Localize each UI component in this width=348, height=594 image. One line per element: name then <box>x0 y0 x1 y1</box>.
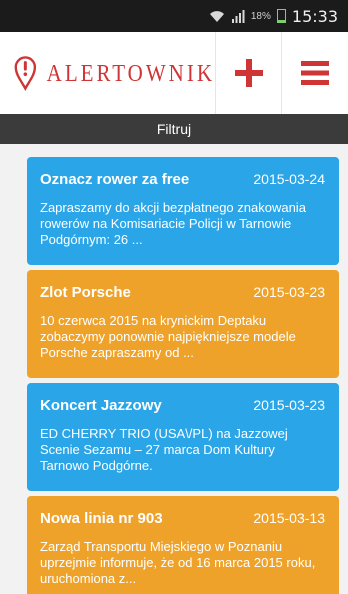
hamburger-menu-icon <box>301 61 329 85</box>
battery-percent: 18% <box>250 10 271 22</box>
filter-label: Filtruj <box>156 121 192 137</box>
alert-text: ED CHERRY TRIO (USA\/PL) na Jazzowej Sce… <box>40 426 288 473</box>
alert-date: 2015-03-23 <box>253 284 325 300</box>
filter-button[interactable]: Filtruj <box>0 114 348 144</box>
alert-date: 2015-03-24 <box>253 171 325 187</box>
alert-title: Oznacz rower za free <box>40 171 190 188</box>
status-bar: 18% 15:33 <box>0 0 348 32</box>
alert-card[interactable]: Nowa linia nr 903 2015-03-13 Zarząd Tran… <box>27 496 339 594</box>
status-time: 15:33 <box>291 6 338 26</box>
battery-icon <box>276 9 286 23</box>
plus-icon <box>234 59 263 87</box>
alert-card[interactable]: Koncert Jazzowy 2015-03-23 ED CHERRY TRI… <box>27 383 339 491</box>
alert-pin-icon <box>14 56 37 92</box>
wifi-icon <box>209 11 224 22</box>
alert-title: Zlot Porsche <box>40 284 131 301</box>
alert-title: Koncert Jazzowy <box>40 397 162 414</box>
alert-title: Nowa linia nr 903 <box>40 510 163 527</box>
add-alert-button[interactable] <box>216 32 282 114</box>
alert-card[interactable]: Zlot Porsche 2015-03-23 10 czerwca 2015 … <box>27 270 339 378</box>
app-name: ALERTOWNIK <box>46 58 215 87</box>
signal-icon <box>231 10 245 23</box>
alert-card[interactable]: Oznacz rower za free 2015-03-24 Zaprasza… <box>27 157 339 265</box>
menu-button[interactable] <box>282 32 348 114</box>
alert-text: Zarząd Transportu Miejskiego w Poznaniu … <box>40 539 316 586</box>
app-header: ALERTOWNIK <box>0 32 348 114</box>
alert-text: 10 czerwca 2015 na krynickim Deptaku zob… <box>40 313 296 360</box>
app-logo[interactable]: ALERTOWNIK <box>0 32 216 114</box>
alert-date: 2015-03-23 <box>253 397 325 413</box>
alert-date: 2015-03-13 <box>253 510 325 526</box>
alert-text: Zapraszamy do akcji bezpłatnego znakowan… <box>40 200 306 247</box>
alert-list[interactable]: Oznacz rower za free 2015-03-24 Zaprasza… <box>0 144 348 594</box>
